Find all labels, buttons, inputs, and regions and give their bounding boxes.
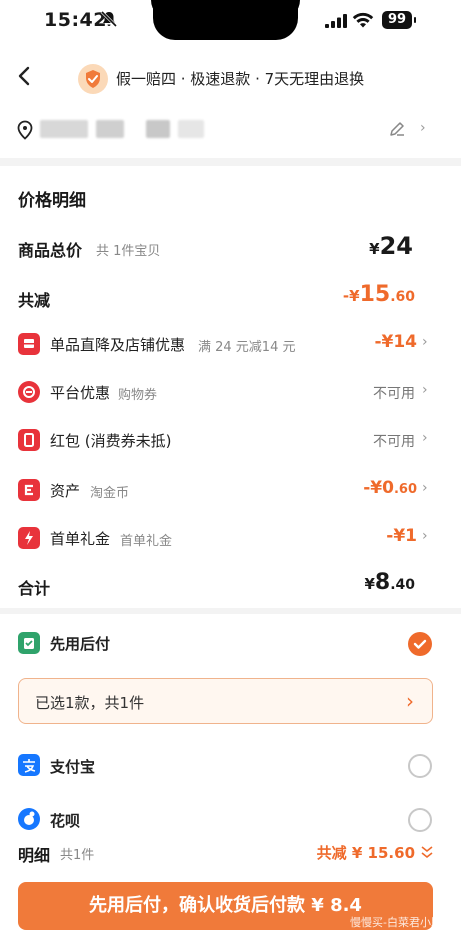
item-sub: 满 24 元减14 元 [198, 340, 296, 355]
value-dec: .60 [393, 482, 417, 497]
platform-coupon-icon [18, 381, 40, 403]
goods-total-value: ¥24 [369, 232, 413, 260]
item-sub: 淘金币 [90, 486, 130, 501]
pay-later-icon [18, 632, 40, 654]
status-bar: 15:42 99 [0, 0, 461, 46]
value-int: 15 [359, 282, 391, 307]
item-sub: 首单礼金 [120, 534, 173, 549]
item-value: 不可用 [373, 386, 415, 402]
goods-total-row: 商品总价 共 1件宝贝 ¥24 [0, 228, 461, 268]
address-redacted-block [96, 120, 124, 138]
value-dec: .60 [390, 289, 415, 305]
chevron-right-icon: › [422, 430, 428, 446]
value-dec: .40 [390, 577, 415, 593]
item-label: 平台优惠 [50, 384, 111, 402]
value-prefix: -¥ [363, 478, 383, 498]
option-label: 先用后付 [50, 635, 111, 653]
gold-coin-icon [18, 479, 40, 501]
discount-item-store[interactable]: 单品直降及店铺优惠 满 24 元减14 元 -¥14 › [0, 324, 461, 364]
subtotal-value: ¥8.40 [364, 570, 415, 595]
address-redacted-block [178, 120, 204, 138]
price-detail-card: 价格明细 商品总价 共 1件宝贝 ¥24 共减 -¥15.60 单品直降及店铺优… [0, 166, 461, 608]
dynamic-island [151, 0, 300, 40]
discount-total-row: 共减 -¥15.60 [0, 278, 461, 318]
goods-count: 共 1件宝贝 [96, 244, 161, 259]
guarantee-shield-icon [78, 64, 108, 94]
summary-label: 明细 [18, 846, 51, 865]
discount-item-red-packet[interactable]: 红包 (消费券未抵) 不可用 › [0, 420, 461, 460]
radio-checked[interactable] [408, 632, 432, 656]
chevron-right-icon: › [422, 528, 428, 544]
chevron-right-icon: › [422, 480, 428, 496]
option-label: 支付宝 [50, 758, 96, 776]
selected-text: 已选1款，共1件 [35, 694, 145, 712]
discount-item-platform[interactable]: 平台优惠 购物券 不可用 › [0, 372, 461, 412]
edit-pencil-icon[interactable] [388, 120, 406, 138]
address-redacted-block [146, 120, 170, 138]
red-packet-icon [18, 429, 40, 451]
radio-unchecked[interactable] [408, 754, 432, 778]
item-value: -¥1 [386, 526, 417, 546]
item-label: 单品直降及店铺优惠 [50, 336, 186, 354]
currency-symbol: ¥ [364, 575, 375, 593]
currency-symbol: ¥ [369, 240, 380, 258]
radio-unchecked[interactable] [408, 808, 432, 832]
item-value: -¥14 [374, 332, 417, 352]
summary-count: 共1件 [60, 848, 95, 863]
chevron-right-icon: › [422, 382, 428, 398]
section-title: 价格明细 [18, 191, 86, 211]
item-value: 不可用 [373, 434, 415, 450]
subtotal-row: 合计 ¥8.40 [0, 566, 461, 606]
status-time: 15:42 [44, 9, 107, 31]
item-sub: 购物券 [118, 388, 158, 403]
item-label: 首单礼金 [50, 530, 111, 548]
nav-header: 假一赔四 · 极速退款 · 7天无理由退换 [0, 46, 461, 106]
back-arrow-icon[interactable] [14, 64, 36, 88]
subtotal-label: 合计 [18, 579, 51, 598]
value-prefix: -¥ [342, 287, 360, 305]
battery-indicator: 99 [382, 11, 416, 29]
discount-item-first-order[interactable]: 首单礼金 首单礼金 -¥1 › [0, 518, 461, 558]
selected-items-box[interactable]: 已选1款，共1件 › [18, 678, 433, 724]
discount-item-assets[interactable]: 资产 淘金币 -¥0.60 › [0, 470, 461, 510]
mute-bell-icon [100, 10, 118, 28]
store-discount-icon [18, 333, 40, 355]
amount: 24 [379, 232, 413, 260]
address-redacted-block [40, 120, 88, 138]
order-summary-bar[interactable]: 明细 共1件 共减 ¥ 15.60 [0, 834, 461, 870]
chevron-right-icon: › [406, 689, 414, 713]
guarantee-title: 假一赔四 · 极速退款 · 7天无理由退换 [116, 70, 365, 88]
chevron-right-icon: › [420, 120, 426, 136]
watermark-text: 慢慢买-白菜君小助 [350, 916, 442, 929]
chevron-right-icon: › [422, 334, 428, 350]
value-int: 8 [374, 570, 391, 595]
payment-option-alipay[interactable]: 支付宝 [0, 750, 461, 782]
wifi-icon [352, 12, 374, 28]
goods-total-label: 商品总价 [18, 241, 83, 260]
value-int: 0 [382, 478, 394, 498]
item-label: 红包 (消费券未抵) [50, 432, 172, 450]
payment-option-huabei[interactable]: 花呗 [0, 804, 461, 836]
huabei-icon [18, 808, 40, 830]
checkout-screen: 15:42 99 假一赔四 · 极速退款 · 7天无理由退换 › 价格明细 商品… [0, 0, 461, 938]
location-pin-icon [17, 120, 33, 140]
double-chevron-down-icon [421, 846, 433, 859]
address-row[interactable]: › [0, 106, 461, 158]
payment-option-pay-later[interactable]: 先用后付 [0, 628, 461, 660]
discount-total-value: -¥15.60 [343, 282, 415, 307]
first-order-gift-icon [18, 527, 40, 549]
alipay-icon [18, 754, 40, 776]
discount-total-label: 共减 [18, 291, 51, 310]
option-label: 花呗 [50, 812, 81, 830]
item-value: -¥0.60 [363, 478, 417, 498]
summary-discount: 共减 ¥ 15.60 [316, 844, 415, 862]
cellular-signal-icon [325, 14, 347, 28]
item-label: 资产 [50, 482, 81, 500]
